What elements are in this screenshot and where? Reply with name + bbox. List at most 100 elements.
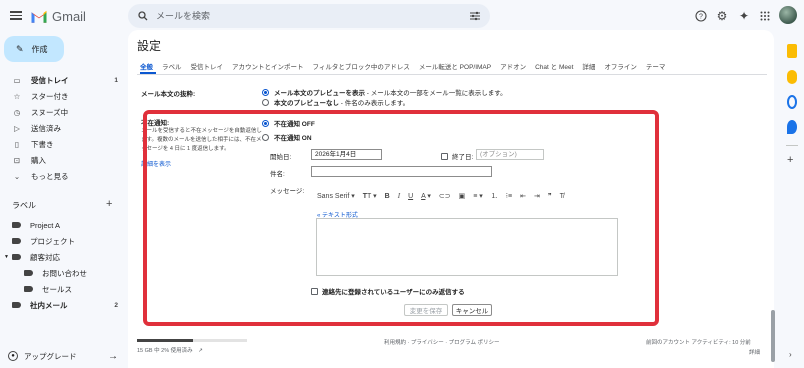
arrow-right-icon: → [108, 350, 118, 362]
svg-text:?: ? [699, 14, 703, 21]
upgrade-button[interactable]: ● アップグレード → [8, 349, 118, 363]
compose-label: 作成 [31, 44, 48, 54]
tab-chat-meet[interactable]: Chat と Meet [535, 61, 573, 73]
main-menu-icon[interactable] [10, 9, 24, 23]
unread-count: 1 [114, 76, 118, 84]
option-desc: - メール本文の一部をメール一覧に表示します。 [365, 90, 507, 97]
help-icon[interactable]: ? [693, 8, 709, 24]
sidebar-item-label: もっと見る [31, 171, 69, 181]
snippet-option-off[interactable]: 本文のプレビューなし - 件名のみ表示します。 [262, 97, 409, 107]
sidebar-label-sales[interactable]: セールス [0, 282, 124, 296]
tab-forwarding[interactable]: メール転送と POP/IMAP [419, 61, 491, 73]
sidebar-item-label: 送信済み [31, 123, 61, 133]
tab-addons[interactable]: アドオン [500, 61, 526, 73]
radio-snippet-off[interactable] [262, 99, 269, 106]
keep-icon[interactable] [787, 70, 797, 84]
sidebar-item-label: スター付き [31, 91, 69, 101]
inbox-icon: ▭ [13, 75, 21, 85]
tab-labels[interactable]: ラベル [162, 61, 182, 73]
rail-divider [786, 145, 798, 146]
tab-advanced[interactable]: 詳細 [582, 61, 595, 73]
page-title: 設定 [137, 39, 162, 53]
tab-accounts[interactable]: アカウントとインポート [232, 61, 304, 73]
sidebar-label-project-a[interactable]: Project A [0, 218, 124, 232]
label-tag-icon [12, 238, 21, 244]
last-activity: 前回のアカウント アクティビティ: 10 分前 [646, 340, 751, 346]
sidebar-item-label: スヌーズ中 [31, 107, 69, 117]
expand-panel-icon[interactable]: › [789, 350, 792, 359]
pencil-icon: ✎ [16, 43, 24, 54]
tab-offline[interactable]: オフライン [604, 61, 637, 73]
sidebar-item-label: プロジェクト [30, 236, 75, 246]
option-title: 本文のプレビューなし [274, 100, 339, 107]
highlight-box [143, 110, 659, 326]
sidebar-label-inquiries[interactable]: お問い合わせ [0, 266, 124, 280]
add-label-icon[interactable]: + [106, 198, 112, 210]
search-icon[interactable] [138, 11, 148, 21]
details-link[interactable]: 詳細 [749, 348, 760, 356]
sidebar-item-snoozed[interactable]: ◷ スヌーズ中 [0, 105, 124, 119]
storage-bar [137, 339, 247, 342]
option-title: メール本文のプレビューを表示 [274, 90, 365, 97]
search-options-icon[interactable] [470, 11, 480, 21]
scrollbar[interactable] [771, 310, 775, 362]
expand-caret-icon[interactable]: ▼ [4, 254, 9, 260]
star-icon: ☆ [13, 91, 21, 101]
tab-inbox[interactable]: 受信トレイ [191, 61, 224, 73]
sidebar-item-label: 購入 [31, 155, 46, 165]
sidebar-item-starred[interactable]: ☆ スター付き [0, 89, 124, 103]
search-bar[interactable] [128, 4, 490, 28]
sidebar-label-internal[interactable]: 社内メール 2 [0, 298, 124, 312]
external-link-icon[interactable]: ↗ [198, 348, 203, 354]
tab-themes[interactable]: テーマ [646, 61, 666, 73]
sidebar-item-label: 顧客対応 [29, 252, 60, 262]
settings-tabs: 全般 ラベル 受信トレイ アカウントとインポート フィルタとブロック中のアドレス… [140, 61, 665, 73]
send-icon: ▷ [14, 123, 20, 133]
sidebar-item-label: 下書き [31, 139, 54, 149]
storage-usage: 15 GB 中 2% 使用済み [137, 348, 193, 354]
snippet-option-on[interactable]: メール本文のプレビューを表示 - メール本文の一部をメール一覧に表示します。 [262, 87, 507, 97]
get-addons-icon[interactable]: + [787, 154, 793, 166]
snippet-label: メール本文の抜粋: [141, 91, 196, 98]
upgrade-icon: ● [8, 351, 18, 361]
tab-filters[interactable]: フィルタとブロック中のアドレス [313, 61, 410, 73]
label-tag-icon [24, 286, 33, 292]
footer-links[interactable]: 利用規約 · プライバシー · プログラム ポリシー [384, 338, 500, 346]
tasks-icon[interactable] [787, 95, 797, 109]
sidebar-item-sent[interactable]: ▷ 送信済み [0, 121, 124, 135]
gemini-sparkle-icon[interactable]: ✦ [736, 8, 752, 24]
chevron-down-icon: ⌄ [13, 171, 21, 181]
radio-snippet-on[interactable] [262, 89, 269, 96]
sidebar-item-label: Project A [30, 220, 61, 230]
active-tab-indicator [140, 72, 156, 74]
draft-icon: ▯ [14, 139, 20, 149]
labels-heading: ラベル [12, 201, 36, 210]
cart-icon: ⊡ [13, 155, 21, 165]
clock-icon: ◷ [13, 107, 21, 117]
app-name: Gmail [52, 8, 86, 24]
gmail-m-icon [31, 10, 47, 23]
sidebar-item-inbox[interactable]: ▭ 受信トレイ 1 [0, 73, 124, 87]
sidebar-item-drafts[interactable]: ▯ 下書き [0, 137, 124, 151]
sidebar-item-more[interactable]: ⌄ もっと見る [0, 169, 124, 183]
sidebar-item-label: お問い合わせ [42, 268, 87, 278]
sidebar-item-label: 受信トレイ [31, 75, 69, 85]
sidebar-label-customer[interactable]: ▼ 顧客対応 [0, 250, 124, 264]
label-tag-icon [12, 222, 21, 228]
contacts-icon[interactable] [787, 120, 797, 134]
option-desc: - 件名のみ表示します。 [339, 100, 410, 107]
compose-button[interactable]: ✎ 作成 [4, 36, 64, 62]
settings-gear-icon[interactable]: ⚙ [714, 8, 730, 24]
gmail-logo[interactable]: Gmail [30, 6, 86, 26]
storage-text: 15 GB 中 2% 使用済み ↗ [137, 346, 203, 354]
sidebar-item-label: 社内メール [30, 300, 68, 310]
calendar-icon[interactable] [787, 44, 797, 58]
upgrade-label: アップグレード [24, 351, 77, 361]
avatar[interactable] [779, 6, 797, 24]
search-input[interactable] [156, 11, 462, 21]
label-tag-icon [11, 254, 21, 260]
apps-grid-icon[interactable] [757, 8, 773, 24]
sidebar-label-project[interactable]: プロジェクト [0, 234, 124, 248]
sidebar-item-purchases[interactable]: ⊡ 購入 [0, 153, 124, 167]
sidebar-item-label: セールス [42, 284, 72, 294]
